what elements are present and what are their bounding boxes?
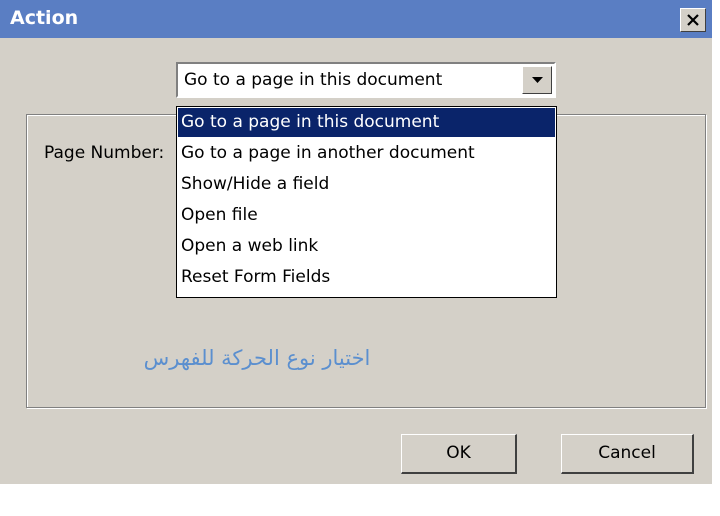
ok-button[interactable]: OK	[401, 434, 517, 474]
option-reset-form-fields[interactable]: Reset Form Fields	[178, 263, 555, 292]
action-dialog: Action Page Number: اختيار نوع الحركة لل…	[0, 0, 720, 516]
dropdown-arrow-button[interactable]	[522, 66, 552, 94]
close-icon	[687, 14, 699, 26]
cancel-button[interactable]: Cancel	[561, 434, 694, 474]
option-open-file[interactable]: Open file	[178, 201, 555, 230]
close-button[interactable]	[680, 8, 706, 32]
outer-background-right	[712, 0, 720, 516]
action-type-value: Go to a page in this document	[184, 70, 443, 90]
page-number-label: Page Number:	[44, 143, 165, 163]
outer-background-bottom	[0, 484, 720, 516]
caption-text: اختيار نوع الحركة للفهرس	[143, 346, 371, 370]
option-go-to-page-this-document[interactable]: Go to a page in this document	[178, 108, 555, 137]
action-type-dropdown-list: Go to a page in this document Go to a pa…	[176, 106, 557, 298]
dialog-title: Action	[10, 7, 79, 29]
action-type-select[interactable]: Go to a page in this document	[176, 62, 556, 98]
chevron-down-icon	[532, 77, 543, 83]
option-open-web-link[interactable]: Open a web link	[178, 232, 555, 261]
option-show-hide-field[interactable]: Show/Hide a field	[178, 170, 555, 199]
title-bar[interactable]: Action	[0, 0, 712, 38]
option-go-to-page-another-document[interactable]: Go to a page in another document	[178, 139, 555, 168]
